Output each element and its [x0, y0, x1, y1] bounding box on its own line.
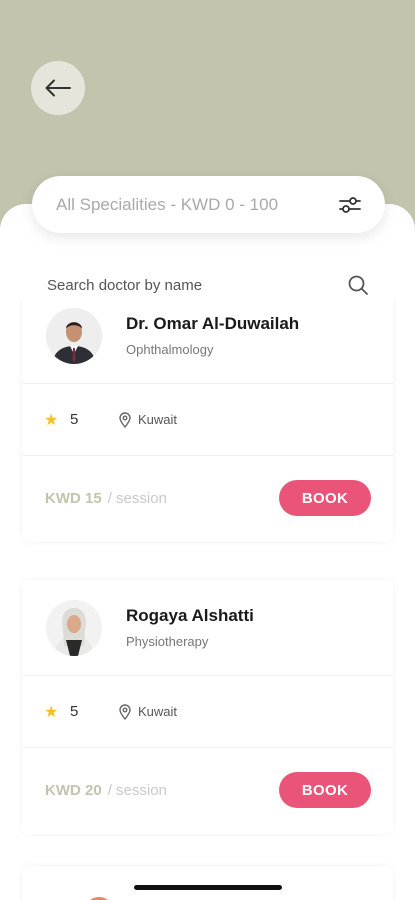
home-indicator [134, 885, 282, 890]
session-price: KWD 20 [45, 781, 102, 799]
book-button[interactable]: BOOK [279, 772, 371, 808]
doctor-location: Kuwait [138, 704, 178, 719]
doctor-avatar [46, 307, 102, 364]
location-pin-icon [119, 411, 131, 428]
location-pin-icon [119, 703, 131, 720]
doctor-name: Rogaya Alshatti [126, 606, 254, 625]
doctor-card-partial[interactable] [22, 866, 393, 900]
doctor-specialty: Ophthalmology [126, 342, 214, 357]
search-bar[interactable]: Search doctor by name [47, 270, 369, 300]
doctor-meta: ★ 5 Kuwait [22, 384, 393, 456]
doctor-rating: 5 [70, 411, 79, 428]
doctor-location: Kuwait [138, 412, 178, 427]
per-session-label: / session [107, 781, 167, 799]
arrow-left-icon [45, 79, 71, 97]
doctor-name: Dr. Omar Al-Duwailah [126, 314, 300, 333]
back-button[interactable] [31, 61, 85, 115]
search-input[interactable]: Search doctor by name [47, 277, 347, 294]
per-session-label: / session [107, 489, 167, 507]
filter-label: All Specialities - KWD 0 - 100 [56, 194, 279, 214]
specialty-filter[interactable]: All Specialities - KWD 0 - 100 [32, 176, 385, 233]
doctor-meta: ★ 5 Kuwait [22, 676, 393, 748]
doctor-avatar [46, 599, 102, 656]
sliders-icon[interactable] [337, 192, 363, 218]
star-icon: ★ [44, 703, 59, 721]
doctor-card-header: Dr. Omar Al-Duwailah Ophthalmology [22, 300, 393, 384]
doctor-pricing: KWD 20 / session BOOK [22, 748, 393, 832]
doctor-card-header: Rogaya Alshatti Physiotherapy [22, 580, 393, 676]
session-price: KWD 15 [45, 489, 102, 507]
doctor-list: Dr. Omar Al-Duwailah Ophthalmology ★ 5 K… [0, 300, 415, 900]
doctor-card[interactable]: Rogaya Alshatti Physiotherapy ★ 5 Kuwait… [22, 580, 393, 834]
doctor-card[interactable]: Dr. Omar Al-Duwailah Ophthalmology ★ 5 K… [22, 300, 393, 542]
book-button[interactable]: BOOK [279, 480, 371, 516]
doctor-pricing: KWD 15 / session BOOK [22, 456, 393, 540]
doctor-specialty: Physiotherapy [126, 634, 209, 649]
doctor-rating: 5 [70, 703, 79, 720]
search-icon[interactable] [347, 274, 369, 296]
star-icon: ★ [44, 411, 59, 429]
